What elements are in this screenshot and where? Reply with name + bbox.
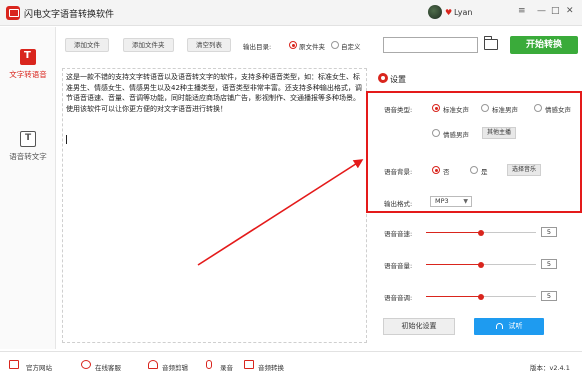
- voice-radio-emotional-male[interactable]: [432, 129, 440, 137]
- version-label: 版本：v2.4.1: [530, 364, 570, 372]
- start-convert-button[interactable]: 开始转换: [510, 36, 578, 54]
- speed-slider-thumb[interactable]: [478, 229, 484, 236]
- choose-music-button[interactable]: 选择音乐: [507, 164, 542, 176]
- volume-label: 语音音量:: [384, 262, 413, 270]
- settings-title: 设置: [390, 75, 406, 84]
- voice-label-emotional-female: 情感女声: [545, 106, 571, 114]
- volume-slider-fill: [426, 264, 481, 265]
- footer-record-link[interactable]: 录音: [220, 362, 233, 372]
- sidebar-item-text-to-speech[interactable]: 文字转语音: [0, 49, 56, 80]
- user-avatar[interactable]: [428, 5, 442, 19]
- microphone-icon: [206, 360, 212, 369]
- format-label: 输出格式:: [384, 200, 413, 208]
- footer-audio-edit-link[interactable]: 音频剪辑: [162, 362, 188, 372]
- sidebar: 文字转语音 语音转文字: [0, 27, 56, 349]
- output-original-radio[interactable]: [289, 41, 297, 49]
- audio-edit-icon: [148, 360, 158, 369]
- output-custom-radio[interactable]: [331, 41, 339, 49]
- title-bar: 闪电文字语音转换软件 ♥ Lyan ≡ — □ ✕: [0, 0, 582, 26]
- add-folder-button[interactable]: 添加文件夹: [123, 38, 174, 52]
- clear-list-button[interactable]: 清空列表: [187, 38, 231, 52]
- website-icon: [9, 360, 19, 369]
- audio-convert-icon: [244, 360, 254, 369]
- footer-audio-convert-link[interactable]: 音频转换: [258, 362, 284, 372]
- editor-text: 这是一款不错的支持文字转语音以及语音转文字的软件，支持多种语音类型，如：标准女生…: [66, 73, 362, 113]
- volume-slider[interactable]: [426, 261, 536, 268]
- voice-radio-standard-female[interactable]: [432, 104, 440, 112]
- output-path-input[interactable]: [383, 37, 478, 53]
- sidebar-item-speech-to-text[interactable]: 语音转文字: [0, 131, 56, 162]
- app-logo-icon: [6, 6, 20, 20]
- volume-slider-thumb[interactable]: [478, 261, 484, 268]
- volume-value[interactable]: 5: [541, 259, 557, 269]
- app-title: 闪电文字语音转换软件: [24, 10, 115, 20]
- menu-icon[interactable]: ≡: [518, 6, 526, 16]
- customer-service-icon: [81, 360, 91, 369]
- footer-support-link[interactable]: 在线客服: [95, 362, 121, 372]
- background-yes-label: 是: [481, 168, 488, 176]
- output-custom-label: 自定义: [341, 43, 361, 51]
- speed-value[interactable]: 5: [541, 227, 557, 237]
- speech-to-text-icon: [20, 131, 36, 147]
- voice-radio-emotional-female[interactable]: [534, 104, 542, 112]
- pitch-slider-fill: [426, 296, 481, 297]
- listen-button[interactable]: 试听: [474, 318, 544, 335]
- pitch-value[interactable]: 5: [541, 291, 557, 301]
- text-to-speech-icon: [20, 49, 36, 65]
- chevron-down-icon: ▼: [463, 198, 468, 205]
- add-file-button[interactable]: 添加文件: [65, 38, 109, 52]
- speed-label: 语音音速:: [384, 230, 413, 238]
- voice-label-standard-male: 标准男声: [492, 106, 518, 114]
- pitch-slider-thumb[interactable]: [478, 293, 484, 300]
- output-dir-label: 输出目录:: [243, 43, 272, 51]
- output-original-label: 原文件夹: [299, 43, 325, 51]
- voice-radio-standard-male[interactable]: [481, 104, 489, 112]
- text-editor[interactable]: 这是一款不错的支持文字转语音以及语音转文字的软件，支持多种语音类型，如：标准女生…: [62, 68, 367, 343]
- close-button[interactable]: ✕: [566, 6, 574, 16]
- username[interactable]: Lyan: [454, 8, 472, 17]
- voice-label-emotional-male: 情感男声: [443, 131, 469, 139]
- listen-button-label: 试听: [508, 322, 523, 330]
- format-select[interactable]: MP3 ▼: [430, 196, 472, 207]
- footer: 官方网站 在线客服 音频剪辑 录音 音频转换 版本：v2.4.1: [0, 351, 582, 379]
- background-yes-radio[interactable]: [470, 166, 478, 174]
- folder-icon[interactable]: [483, 36, 498, 50]
- background-no-radio[interactable]: [432, 166, 440, 174]
- voice-label-standard-female: 标准女声: [443, 106, 469, 114]
- pitch-slider[interactable]: [426, 293, 536, 300]
- format-value: MP3: [435, 197, 449, 205]
- speed-slider[interactable]: [426, 229, 536, 236]
- background-no-label: 否: [443, 168, 450, 176]
- heart-icon: ♥: [445, 8, 453, 17]
- headphones-icon: [495, 323, 503, 329]
- sidebar-item-label: 语音转文字: [9, 152, 47, 161]
- footer-website-link[interactable]: 官方网站: [26, 362, 52, 372]
- sidebar-item-label: 文字转语音: [9, 70, 47, 79]
- pitch-label: 语音音调:: [384, 294, 413, 302]
- voice-type-label: 语音类型:: [384, 106, 413, 114]
- maximize-button[interactable]: □: [551, 6, 560, 16]
- text-cursor: [66, 135, 67, 144]
- speed-slider-fill: [426, 232, 481, 233]
- gear-icon: [378, 73, 388, 83]
- init-settings-button[interactable]: 初始化设置: [383, 318, 455, 335]
- background-label: 语音背景:: [384, 168, 413, 176]
- other-anchor-button[interactable]: 其他主播: [482, 127, 517, 139]
- minimize-button[interactable]: —: [537, 6, 546, 16]
